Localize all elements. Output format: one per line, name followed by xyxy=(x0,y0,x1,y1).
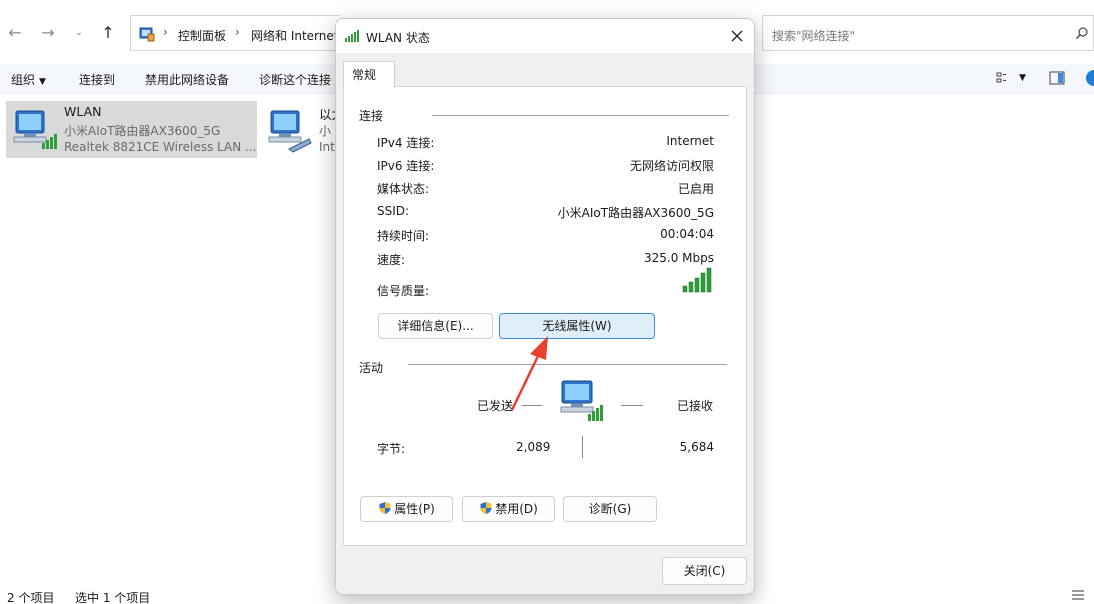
uac-shield-icon xyxy=(480,502,492,514)
signal-bars-icon xyxy=(682,267,712,293)
disable-label: 禁用(D) xyxy=(495,502,538,516)
properties-label: 属性(P) xyxy=(394,502,435,516)
search-box[interactable]: 搜索"网络连接" xyxy=(762,15,1094,51)
connection-heading: 连接 xyxy=(359,109,384,123)
help-icon[interactable] xyxy=(1082,69,1094,87)
ssid-value: 小米AIoT路由器AX3600_5G xyxy=(557,206,714,220)
view-options-icon[interactable] xyxy=(996,71,1012,85)
wlan-status-dialog: WLAN 状态 常规 连接 IPv4 连接: Internet IPv6 连接:… xyxy=(335,18,755,595)
wireless-adapter-icon xyxy=(13,110,57,149)
item-adapter-name: Int xyxy=(319,140,335,154)
item-network-name: 小米AIoT路由器AX3600_5G xyxy=(64,124,221,138)
ipv6-value: 无网络访问权限 xyxy=(629,159,714,173)
diagnose-button[interactable]: 诊断(G) xyxy=(563,496,657,522)
speed-value: 325.0 Mbps xyxy=(643,251,714,265)
details-view-icon[interactable] xyxy=(1072,590,1084,600)
uac-shield-icon xyxy=(379,502,391,514)
close-icon[interactable] xyxy=(726,25,748,47)
received-label: 已接收 xyxy=(677,399,714,413)
disable-button[interactable]: 禁用(D) xyxy=(462,496,555,522)
speed-label: 速度: xyxy=(377,253,406,267)
item-name: WLAN xyxy=(64,104,102,119)
search-icon xyxy=(1076,27,1088,39)
list-item-wlan[interactable]: WLAN 小米AIoT路由器AX3600_5G Realtek 8821CE W… xyxy=(6,101,257,158)
media-state-label: 媒体状态: xyxy=(377,182,430,196)
up-arrow-icon[interactable]: ↑ xyxy=(97,22,119,44)
dialog-title: WLAN 状态 xyxy=(366,31,430,45)
breadcrumb-control-panel[interactable]: 控制面板 xyxy=(178,27,226,44)
ipv6-label: IPv6 连接: xyxy=(377,159,435,173)
forward-arrow-icon[interactable]: → xyxy=(37,22,59,44)
bytes-label: 字节: xyxy=(377,442,406,456)
activity-heading: 活动 xyxy=(359,361,384,375)
ipv4-value: Internet xyxy=(666,134,714,148)
item-status: 小 xyxy=(319,124,332,138)
received-connector-line xyxy=(621,405,643,406)
organize-button[interactable]: 组织 ▼ xyxy=(11,71,46,88)
general-panel: 连接 IPv4 连接: Internet IPv6 连接: 无网络访问权限 媒体… xyxy=(343,86,747,546)
network-computer-icon xyxy=(560,380,603,421)
search-placeholder: 搜索"网络连接" xyxy=(772,29,856,43)
list-item-ethernet[interactable]: 以太 小 Int xyxy=(261,101,335,158)
sent-connector-line xyxy=(522,405,542,406)
duration-value: 00:04:04 xyxy=(660,227,714,241)
connect-to-button[interactable]: 连接到 xyxy=(79,71,115,88)
media-state-value: 已启用 xyxy=(677,182,714,196)
preview-pane-icon[interactable] xyxy=(1049,71,1065,85)
back-arrow-icon[interactable]: ← xyxy=(4,22,26,44)
bytes-received-value: 5,684 xyxy=(679,440,714,454)
signal-strength-icon xyxy=(345,30,359,42)
ssid-label: SSID: xyxy=(377,204,410,218)
duration-label: 持续时间: xyxy=(377,229,430,243)
ethernet-adapter-icon xyxy=(268,110,312,153)
dialog-titlebar[interactable]: WLAN 状态 xyxy=(336,19,754,53)
properties-button[interactable]: 属性(P) xyxy=(360,496,453,522)
signal-quality-label: 信号质量: xyxy=(377,284,430,298)
tab-general[interactable]: 常规 xyxy=(343,61,395,88)
item-name: 以太 xyxy=(319,107,335,122)
breadcrumb-separator: › xyxy=(163,25,168,39)
control-panel-icon xyxy=(139,27,155,42)
details-button[interactable]: 详细信息(E)... xyxy=(378,313,493,339)
bytes-sent-value: 2,089 xyxy=(516,440,551,454)
diagnose-connection-button[interactable]: 诊断这个连接 xyxy=(259,71,331,88)
recent-chevron-icon[interactable]: ⌄ xyxy=(68,22,90,44)
breadcrumb-separator: › xyxy=(235,25,240,39)
wireless-properties-button[interactable]: 无线属性(W) xyxy=(499,313,655,339)
caret-down-icon: ▼ xyxy=(39,77,46,87)
disable-device-button[interactable]: 禁用此网络设备 xyxy=(145,71,229,88)
view-dropdown-caret-icon[interactable]: ▼ xyxy=(1019,73,1026,83)
breadcrumb-network[interactable]: 网络和 Internet xyxy=(251,27,338,44)
item-count: 2 个项目 xyxy=(7,591,55,604)
tab-strip: 常规 xyxy=(336,53,754,88)
address-bar[interactable]: › 控制面板 › 网络和 Internet xyxy=(130,15,340,51)
selected-count: 选中 1 个项目 xyxy=(75,591,151,604)
item-adapter-name: Realtek 8821CE Wireless LAN ... xyxy=(64,140,257,154)
sent-label: 已发送 xyxy=(477,399,514,413)
group-divider xyxy=(408,364,727,365)
bytes-divider xyxy=(582,436,583,458)
group-divider xyxy=(432,115,729,116)
close-button[interactable]: 关闭(C) xyxy=(662,557,747,585)
ipv4-label: IPv4 连接: xyxy=(377,136,435,150)
